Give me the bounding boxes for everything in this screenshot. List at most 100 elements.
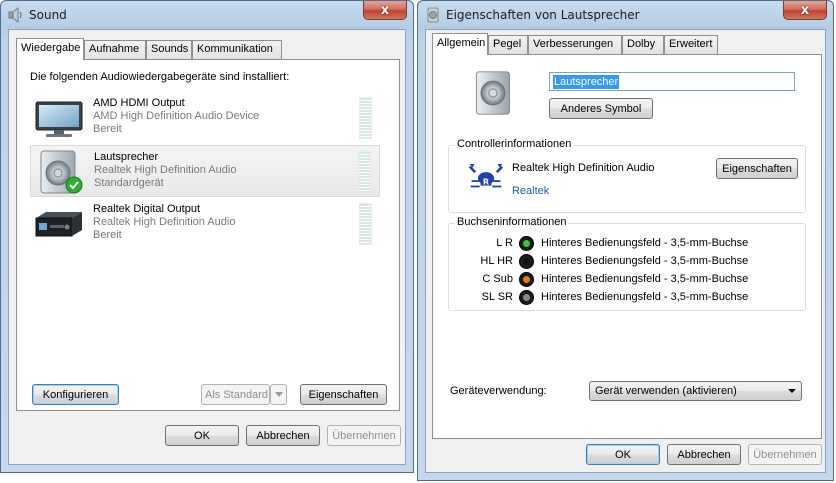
tab-pegel[interactable]: Pegel	[488, 35, 528, 54]
jack-color-dot-icon	[519, 272, 534, 287]
apply-label: Übernehmen	[332, 429, 396, 442]
device-usage-value: Gerät verwenden (aktivieren)	[595, 385, 737, 397]
device-status: Standardgerät	[94, 177, 164, 189]
controller-info-label: Controllerinformationen	[455, 138, 574, 150]
speaker-icon	[427, 7, 439, 23]
tab-kommunikation[interactable]: Kommunikation	[192, 40, 282, 59]
properties-titlebar[interactable]: Eigenschaften von Lautsprecher x	[418, 1, 833, 29]
volume-meter	[359, 203, 372, 245]
tab-label: Wiedergabe	[21, 42, 81, 54]
cancel-label: Abbrechen	[256, 429, 310, 442]
sound-client-area: Wiedergabe Aufnahme Sounds Kommunikation…	[8, 29, 406, 465]
cancel-label: Abbrechen	[677, 448, 731, 461]
cancel-button[interactable]: Abbrechen	[667, 444, 741, 465]
device-name-input[interactable]: Lautsprecher	[549, 72, 795, 91]
device-name: Lautsprecher	[94, 151, 159, 163]
device-status: Bereit	[93, 123, 122, 135]
jack-channel: SL SR	[481, 291, 513, 303]
jack-color-dot-icon	[519, 236, 534, 251]
tab-label: Verbesserungen	[533, 38, 614, 50]
ok-button[interactable]: OK	[586, 444, 660, 465]
jack-channel: C Sub	[482, 273, 513, 285]
tab-wiedergabe[interactable]: Wiedergabe	[16, 38, 84, 60]
set-default-button[interactable]: Als Standard	[201, 384, 270, 405]
monitor-icon	[35, 101, 83, 137]
device-item-realtek-digital[interactable]: Realtek Digital Output Realtek High Defi…	[30, 198, 380, 250]
sound-window: Sound x Wiedergabe Aufnahme Sounds Kommu…	[0, 0, 414, 473]
svg-text:R: R	[483, 177, 490, 187]
realtek-link[interactable]: Realtek	[512, 185, 549, 197]
configure-label: Konfigurieren	[42, 388, 109, 401]
jack-color-dot-icon	[519, 254, 534, 269]
jack-location: Hinteres Bedienungsfeld - 3,5-mm-Buchse	[541, 273, 749, 285]
properties-close-button[interactable]: x	[783, 1, 827, 20]
properties-tabstrip: Allgemein Pegel Verbesserungen Dolby Erw…	[432, 33, 812, 55]
apply-button[interactable]: Übernehmen	[327, 425, 401, 446]
sound-speaker-icon	[8, 7, 22, 23]
jack-channel: HL HR	[480, 255, 513, 267]
chevron-down-icon	[788, 389, 796, 393]
apply-button[interactable]: Übernehmen	[748, 444, 822, 465]
properties-window: Eigenschaften von Lautsprecher x Allgeme…	[417, 0, 834, 481]
jack-color-dot-icon	[519, 290, 534, 305]
device-driver: Realtek High Definition Audio	[93, 216, 236, 228]
ok-button[interactable]: OK	[165, 425, 239, 446]
controller-properties-label: Eigenschaften	[722, 162, 792, 175]
tab-label: Aufnahme	[89, 43, 140, 55]
device-item-amd-hdmi[interactable]: AMD HDMI Output AMD High Definition Audi…	[30, 92, 380, 144]
tab-erweitert[interactable]: Erweitert	[664, 35, 718, 54]
sound-titlebar[interactable]: Sound x	[1, 1, 413, 29]
device-driver: AMD High Definition Audio Device	[93, 110, 260, 122]
jack-location: Hinteres Bedienungsfeld - 3,5-mm-Buchse	[541, 237, 749, 249]
configure-button[interactable]: Konfigurieren	[32, 384, 119, 405]
jack-info-label: Buchseninformationen	[455, 216, 569, 228]
tab-aufnahme[interactable]: Aufnahme	[84, 40, 146, 59]
sound-close-button[interactable]: x	[363, 1, 407, 20]
default-device-check-icon	[65, 176, 83, 194]
ok-label: OK	[194, 429, 210, 442]
device-item-lautsprecher[interactable]: Lautsprecher Realtek High Definition Aud…	[30, 145, 380, 197]
tab-label: Allgemein	[437, 37, 486, 49]
tab-label: Kommunikation	[197, 43, 273, 55]
device-driver: Realtek High Definition Audio	[94, 164, 237, 176]
sound-window-title: Sound	[29, 8, 67, 22]
change-icon-button[interactable]: Anderes Symbol	[549, 98, 653, 119]
tab-label: Sounds	[151, 43, 189, 55]
jack-row: C Sub Hinteres Bedienungsfeld - 3,5-mm-B…	[449, 271, 799, 289]
cancel-button[interactable]: Abbrechen	[246, 425, 320, 446]
tab-allgemein[interactable]: Allgemein	[432, 33, 488, 55]
volume-meter	[358, 151, 371, 193]
tab-dolby[interactable]: Dolby	[622, 35, 664, 54]
properties-tabpage-allgemein: Lautsprecher Anderes Symbol Controllerin…	[432, 54, 822, 439]
jack-location: Hinteres Bedienungsfeld - 3,5-mm-Buchse	[541, 291, 749, 303]
jack-channel: L R	[496, 237, 513, 249]
tab-label: Dolby	[627, 38, 656, 50]
change-icon-label: Anderes Symbol	[560, 102, 642, 115]
intro-text: Die folgenden Audiowiedergabegeräte sind…	[30, 71, 290, 83]
tab-label: Erweitert	[669, 38, 713, 50]
controller-name: Realtek High Definition Audio	[512, 162, 655, 174]
device-name: AMD HDMI Output	[93, 97, 185, 109]
apply-label: Übernehmen	[753, 448, 817, 461]
jack-info-group: Buchseninformationen L R Hinteres Bedien…	[448, 216, 806, 311]
properties-window-title: Eigenschaften von Lautsprecher	[446, 8, 640, 22]
sound-tabpage-wiedergabe: Die folgenden Audiowiedergabegeräte sind…	[16, 59, 400, 411]
sound-tabstrip: Wiedergabe Aufnahme Sounds Kommunikation	[16, 38, 396, 60]
set-default-dropdown-button[interactable]	[270, 384, 287, 405]
jack-location: Hinteres Bedienungsfeld - 3,5-mm-Buchse	[541, 255, 749, 267]
chevron-down-icon	[274, 392, 283, 397]
device-list: AMD HDMI Output AMD High Definition Audi…	[30, 92, 382, 260]
properties-label: Eigenschaften	[308, 388, 379, 401]
close-icon: x	[380, 2, 390, 18]
tab-sounds[interactable]: Sounds	[146, 40, 192, 59]
device-status: Bereit	[93, 229, 122, 241]
jack-row: SL SR Hinteres Bedienungsfeld - 3,5-mm-B…	[449, 289, 799, 307]
tab-verbesserungen[interactable]: Verbesserungen	[528, 35, 622, 54]
set-default-label: Als Standard	[205, 388, 268, 401]
controller-properties-button[interactable]: Eigenschaften	[716, 158, 798, 179]
device-usage-select[interactable]: Gerät verwenden (aktivieren)	[589, 381, 802, 401]
jack-row: HL HR Hinteres Bedienungsfeld - 3,5-mm-B…	[449, 253, 799, 271]
device-usage-label: Geräteverwendung:	[450, 385, 547, 397]
device-properties-button[interactable]: Eigenschaften	[300, 384, 387, 405]
jack-row: L R Hinteres Bedienungsfeld - 3,5-mm-Buc…	[449, 235, 799, 253]
